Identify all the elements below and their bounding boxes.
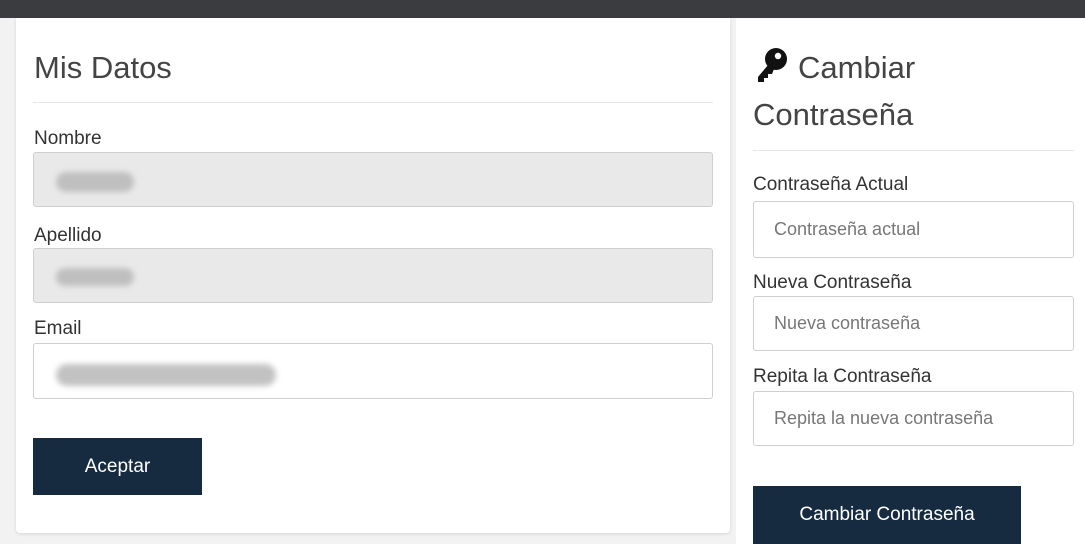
nueva-contrasena-label: Nueva Contraseña — [753, 272, 912, 293]
apellido-label: Apellido — [34, 225, 102, 246]
cambiar-contrasena-title-line2: Contraseña — [753, 97, 914, 132]
contrasena-actual-input[interactable] — [753, 201, 1074, 258]
nueva-contrasena-input[interactable] — [753, 296, 1074, 351]
mis-datos-divider — [33, 102, 713, 103]
cambiar-contrasena-divider — [753, 150, 1074, 151]
repita-contrasena-input[interactable] — [753, 391, 1074, 446]
email-redaction — [56, 364, 276, 386]
email-label: Email — [34, 318, 82, 339]
repita-contrasena-label: Repita la Contraseña — [753, 366, 932, 387]
nombre-label: Nombre — [34, 128, 102, 149]
apellido-redaction — [56, 268, 134, 286]
contrasena-actual-label: Contraseña Actual — [753, 174, 909, 195]
key-icon — [758, 48, 787, 82]
top-bar — [0, 0, 1085, 18]
cambiar-contrasena-title-line1: Cambiar — [798, 50, 916, 85]
cambiar-contrasena-button[interactable]: Cambiar Contraseña — [753, 486, 1021, 544]
aceptar-button[interactable]: Aceptar — [33, 438, 202, 495]
nombre-redaction — [56, 172, 134, 192]
mis-datos-title: Mis Datos — [34, 50, 172, 85]
apellido-input[interactable] — [33, 248, 713, 303]
nombre-input[interactable] — [33, 152, 713, 207]
